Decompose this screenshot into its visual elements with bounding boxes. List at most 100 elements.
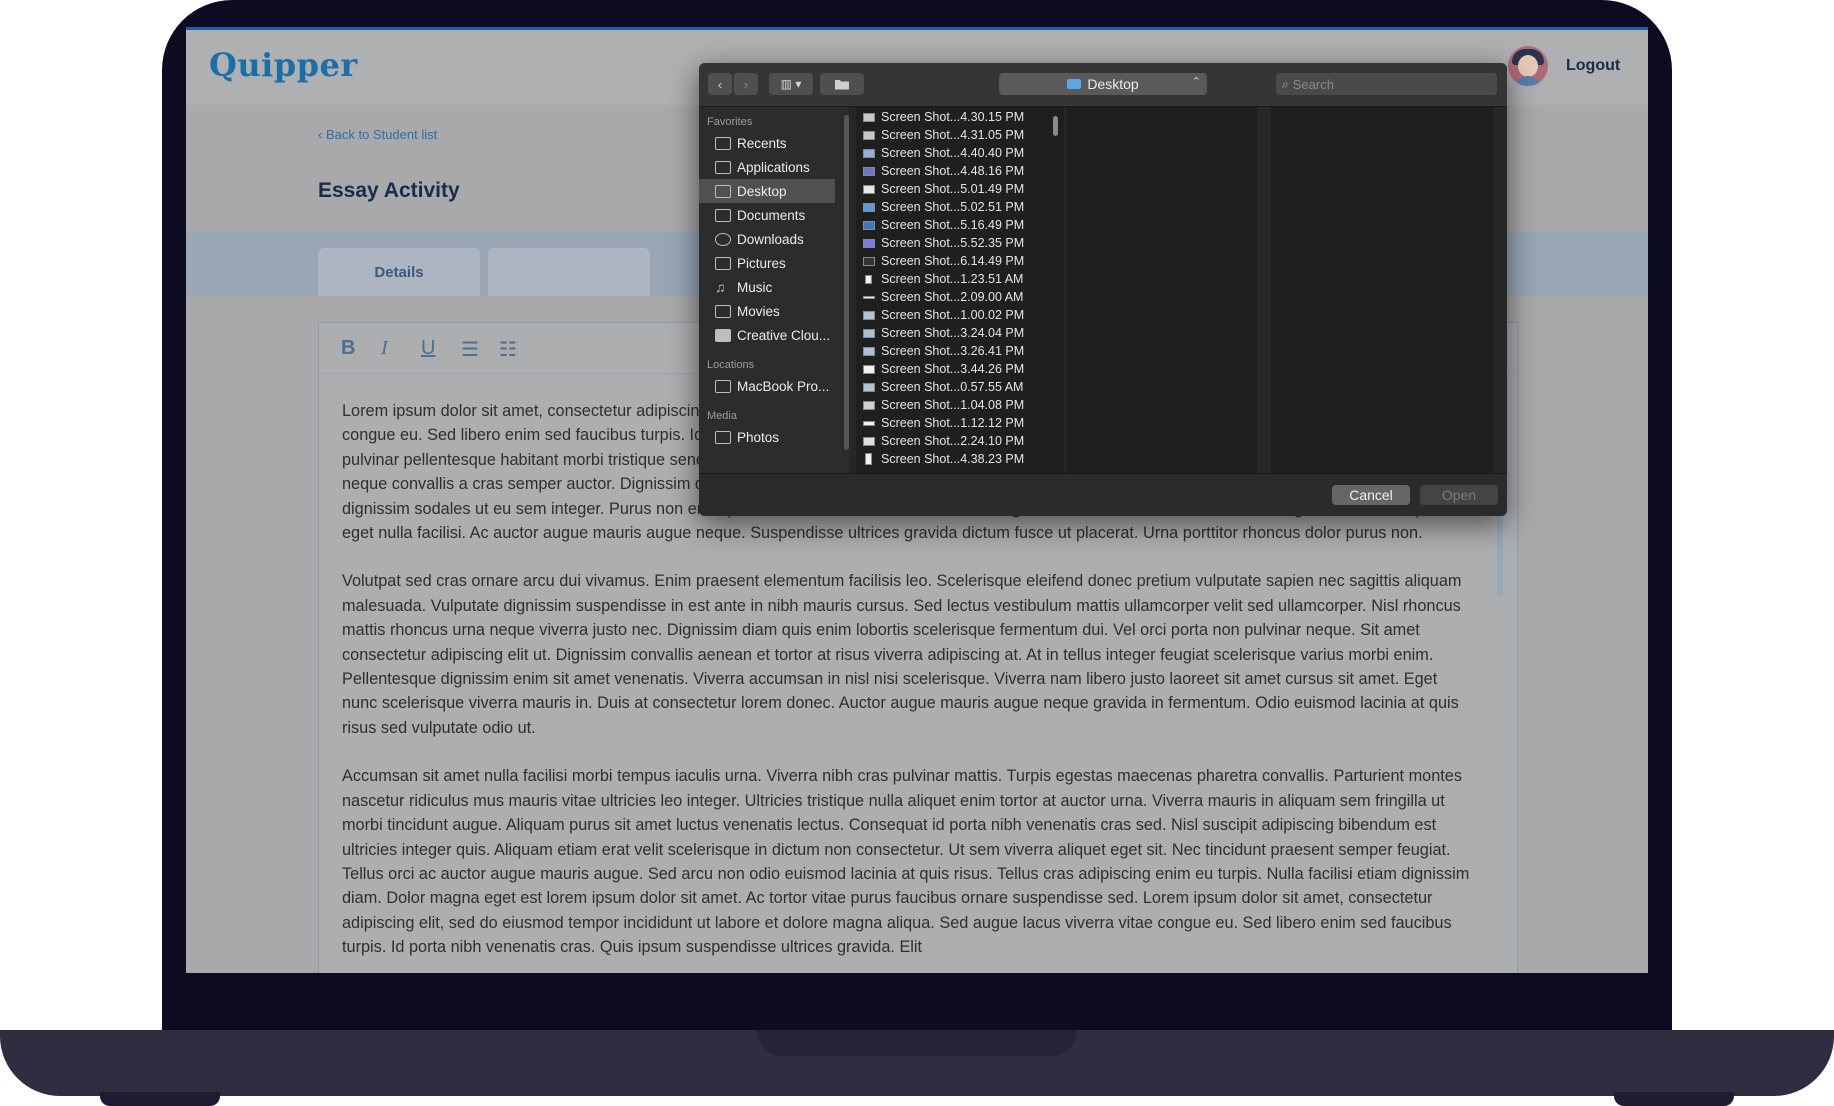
bullet-list-icon[interactable]: ☰ bbox=[461, 337, 479, 362]
sidebar-item-movies[interactable]: Movies bbox=[699, 299, 835, 323]
file-name: Screen Shot...5.02.51 PM bbox=[881, 200, 1025, 214]
italic-button[interactable]: I bbox=[381, 337, 388, 360]
file-row[interactable]: Screen Shot...1.12.12 PM bbox=[856, 414, 1064, 432]
media-heading: Media bbox=[707, 410, 737, 422]
location-popup[interactable]: Desktop ⌃ bbox=[999, 73, 1207, 95]
underline-button[interactable]: U bbox=[421, 337, 435, 360]
bold-button[interactable]: B bbox=[341, 337, 355, 360]
laptop-foot-left bbox=[100, 1092, 220, 1106]
file-row[interactable]: Screen Shot...0.57.55 AM bbox=[856, 378, 1064, 396]
file-row[interactable]: Screen Shot...3.26.41 PM bbox=[856, 342, 1064, 360]
search-input[interactable]: ⌕ Search bbox=[1276, 73, 1497, 95]
image-file-icon bbox=[863, 112, 875, 122]
sidebar-item-applications[interactable]: Applications bbox=[699, 155, 835, 179]
sidebar-item-label: Documents bbox=[737, 207, 806, 223]
image-file-icon bbox=[863, 310, 875, 320]
sidebar-item-label: MacBook Pro... bbox=[737, 378, 830, 394]
back-chevron-icon[interactable]: ‹ bbox=[708, 73, 732, 95]
sidebar-scrollbar[interactable] bbox=[844, 115, 849, 450]
empty-column bbox=[1066, 107, 1269, 473]
sidebar-item-pictures[interactable]: Pictures bbox=[699, 251, 835, 275]
numbered-list-icon[interactable]: ☷ bbox=[499, 337, 517, 362]
updown-chevron-icon: ⌃ bbox=[1191, 76, 1201, 88]
quipper-logo[interactable]: Quipper bbox=[209, 46, 358, 84]
file-row[interactable]: Screen Shot...4.38.23 PM bbox=[856, 450, 1064, 468]
image-file-icon bbox=[863, 364, 875, 374]
cancel-button[interactable]: Cancel bbox=[1332, 485, 1410, 505]
image-file-icon bbox=[863, 256, 875, 266]
image-file-icon bbox=[863, 220, 875, 230]
image-file-icon bbox=[865, 274, 872, 284]
screen: Quipper Logout ‹ Back to Student list Es… bbox=[186, 27, 1648, 973]
file-row[interactable]: Screen Shot...2.09.00 AM bbox=[856, 288, 1064, 306]
file-row[interactable]: Screen Shot...5.01.49 PM bbox=[856, 180, 1064, 198]
file-name: Screen Shot...1.12.12 PM bbox=[881, 416, 1025, 430]
sidebar-item-creative-cloud[interactable]: Creative Clou... bbox=[699, 323, 835, 347]
image-file-icon bbox=[863, 202, 875, 212]
file-row[interactable]: Screen Shot...4.40.40 PM bbox=[856, 144, 1064, 162]
back-to-student-list-link[interactable]: ‹ Back to Student list bbox=[318, 127, 437, 142]
tab-second[interactable] bbox=[488, 248, 650, 296]
image-file-icon bbox=[863, 346, 875, 356]
file-row[interactable]: Screen Shot...5.02.51 PM bbox=[856, 198, 1064, 216]
file-row[interactable]: Screen Shot...5.16.49 PM bbox=[856, 216, 1064, 234]
file-row[interactable]: Screen Shot...3.44.26 PM bbox=[856, 360, 1064, 378]
file-row[interactable]: Screen Shot...1.23.51 AM bbox=[856, 270, 1064, 288]
laptop-notch bbox=[757, 1030, 1077, 1056]
location-label: Desktop bbox=[1087, 76, 1139, 92]
search-placeholder: Search bbox=[1292, 76, 1334, 92]
page-title: Essay Activity bbox=[318, 179, 460, 202]
avatar[interactable] bbox=[1508, 46, 1548, 86]
file-name: Screen Shot...3.26.41 PM bbox=[881, 344, 1025, 358]
dialog-toolbar: ‹ › ▥ ▾ Desktop ⌃ ⌕ Search bbox=[699, 63, 1507, 107]
sidebar-item-label: Applications bbox=[737, 159, 810, 175]
laptop-foot-right bbox=[1614, 1092, 1734, 1106]
file-row[interactable]: Screen Shot...3.24.04 PM bbox=[856, 324, 1064, 342]
image-file-icon bbox=[863, 328, 875, 338]
column-divider[interactable] bbox=[1257, 107, 1271, 473]
sidebar-item-downloads[interactable]: Downloads bbox=[699, 227, 835, 251]
sidebar-item-documents[interactable]: Documents bbox=[699, 203, 835, 227]
sidebar-item-macbook-pro[interactable]: MacBook Pro... bbox=[699, 374, 835, 398]
file-name: Screen Shot...1.04.08 PM bbox=[881, 398, 1025, 412]
dialog-footer: Cancel Open bbox=[699, 473, 1507, 516]
file-row[interactable]: Screen Shot...4.31.05 PM bbox=[856, 126, 1064, 144]
logout-button[interactable]: Logout bbox=[1566, 57, 1620, 75]
file-name: Screen Shot...1.23.51 AM bbox=[881, 272, 1024, 286]
file-name: Screen Shot...6.14.49 PM bbox=[881, 254, 1025, 268]
column-view-icon[interactable]: ▥ ▾ bbox=[769, 73, 813, 95]
dialog-sidebar: Favorites Recents Applications Desktop D… bbox=[699, 107, 849, 473]
sidebar-item-desktop[interactable]: Desktop bbox=[699, 179, 835, 203]
file-row[interactable]: Screen Shot...4.48.16 PM bbox=[856, 162, 1064, 180]
file-row[interactable]: Screen Shot...4.30.15 PM bbox=[856, 108, 1064, 126]
sidebar-item-label: Movies bbox=[737, 303, 780, 319]
camera-icon bbox=[715, 256, 731, 270]
file-row[interactable]: Screen Shot...5.52.35 PM bbox=[856, 234, 1064, 252]
file-name: Screen Shot...4.38.23 PM bbox=[881, 452, 1025, 466]
file-name: Screen Shot...5.52.35 PM bbox=[881, 236, 1025, 250]
file-name: Screen Shot...2.24.10 PM bbox=[881, 434, 1025, 448]
file-row[interactable]: Screen Shot...2.24.10 PM bbox=[856, 432, 1064, 450]
image-file-icon bbox=[863, 436, 875, 446]
music-note-icon: ♫ bbox=[715, 278, 726, 295]
forward-chevron-icon[interactable]: › bbox=[734, 73, 758, 95]
file-name: Screen Shot...1.00.02 PM bbox=[881, 308, 1025, 322]
download-icon bbox=[715, 232, 731, 246]
folder-icon bbox=[715, 328, 731, 342]
sidebar-item-photos[interactable]: Photos bbox=[699, 425, 835, 449]
sidebar-item-recents[interactable]: Recents bbox=[699, 131, 835, 155]
file-row[interactable]: Screen Shot...1.04.08 PM bbox=[856, 396, 1064, 414]
image-file-icon bbox=[863, 382, 875, 392]
file-row[interactable]: Screen Shot...6.14.49 PM bbox=[856, 252, 1064, 270]
favorites-heading: Favorites bbox=[707, 116, 753, 128]
tab-details[interactable]: Details bbox=[318, 248, 480, 296]
avatar-face bbox=[1518, 55, 1538, 77]
image-file-icon bbox=[863, 148, 875, 158]
file-row[interactable]: Screen Shot...1.00.02 PM bbox=[856, 306, 1064, 324]
open-button[interactable]: Open bbox=[1420, 485, 1498, 505]
file-name: Screen Shot...0.57.55 AM bbox=[881, 380, 1024, 394]
new-folder-icon[interactable] bbox=[820, 73, 864, 95]
sidebar-item-music[interactable]: ♫ Music bbox=[699, 275, 835, 299]
file-column-scrollbar[interactable] bbox=[1053, 116, 1058, 136]
image-file-icon bbox=[863, 295, 875, 299]
